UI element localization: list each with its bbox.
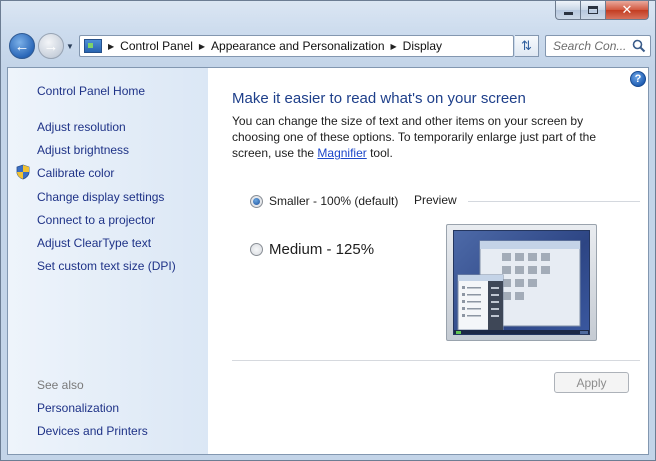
content-divider xyxy=(232,360,640,361)
radio-medium[interactable] xyxy=(250,243,263,256)
adjust-brightness-link[interactable]: Adjust brightness xyxy=(37,143,129,157)
breadcrumb-control-panel[interactable]: Control Panel xyxy=(120,39,193,53)
breadcrumb-appearance[interactable]: Appearance and Personalization xyxy=(211,39,384,53)
radio-smaller[interactable] xyxy=(250,194,263,208)
search-icon[interactable] xyxy=(632,39,646,53)
adjust-cleartype-link[interactable]: Adjust ClearType text xyxy=(37,236,151,250)
search-input[interactable]: Search Con... xyxy=(545,35,651,57)
refresh-button[interactable]: ⇅ xyxy=(515,35,539,57)
preview-image xyxy=(446,224,597,341)
devices-printers-link[interactable]: Devices and Printers xyxy=(37,424,148,438)
navigation-bar: ← → ▼ ▶ Control Panel ▶ Appearance and P… xyxy=(7,31,651,61)
forward-button[interactable]: → xyxy=(38,33,64,59)
content-frame: Control Panel Home Adjust resolution Adj… xyxy=(7,67,649,455)
minimize-icon xyxy=(563,11,573,15)
forward-arrow-icon: → xyxy=(43,37,59,55)
option-smaller[interactable]: Smaller - 100% (default) xyxy=(250,194,398,208)
preview-divider xyxy=(468,201,640,202)
chevron-down-icon: ▼ xyxy=(66,41,74,51)
option-smaller-label[interactable]: Smaller - 100% (default) xyxy=(269,194,398,208)
help-icon[interactable]: ? xyxy=(630,71,646,87)
control-panel-home-link[interactable]: Control Panel Home xyxy=(37,84,145,98)
calibrate-color-link[interactable]: Calibrate color xyxy=(37,166,114,180)
option-medium[interactable]: Medium - 125% xyxy=(250,241,374,258)
task-pane: Control Panel Home Adjust resolution Adj… xyxy=(8,68,208,454)
personalization-link[interactable]: Personalization xyxy=(37,401,119,415)
breadcrumb-separator-icon[interactable]: ▶ xyxy=(391,42,397,51)
connect-projector-link[interactable]: Connect to a projector xyxy=(37,213,155,227)
breadcrumb-separator-icon[interactable]: ▶ xyxy=(108,42,114,51)
back-arrow-icon: ← xyxy=(14,37,30,55)
maximize-button[interactable] xyxy=(581,1,606,20)
breadcrumb-display[interactable]: Display xyxy=(403,39,442,53)
intro-body: You can change the size of text and othe… xyxy=(232,114,597,160)
caption-buttons: ✕ xyxy=(555,1,649,20)
search-placeholder: Search Con... xyxy=(553,39,627,53)
minimize-button[interactable] xyxy=(555,1,581,20)
adjust-resolution-link[interactable]: Adjust resolution xyxy=(37,120,126,134)
page-title: Make it easier to read what's on your sc… xyxy=(232,90,526,107)
apply-button[interactable]: Apply xyxy=(554,372,629,393)
close-button[interactable]: ✕ xyxy=(606,1,649,20)
shield-icon xyxy=(16,164,30,180)
intro-text: You can change the size of text and othe… xyxy=(232,113,632,161)
preview-windows-illustration xyxy=(454,240,589,334)
back-button[interactable]: ← xyxy=(9,33,35,59)
recent-pages-button[interactable]: ▼ xyxy=(66,40,76,52)
custom-text-size-link[interactable]: Set custom text size (DPI) xyxy=(37,259,176,273)
intro-suffix: tool. xyxy=(366,146,393,160)
refresh-icon: ⇅ xyxy=(521,38,532,53)
close-icon: ✕ xyxy=(621,2,633,17)
option-medium-label[interactable]: Medium - 125% xyxy=(269,241,374,258)
address-bar[interactable]: ▶ Control Panel ▶ Appearance and Persona… xyxy=(79,35,579,57)
breadcrumb-separator-icon[interactable]: ▶ xyxy=(199,42,205,51)
preview-desktop xyxy=(453,230,590,335)
see-also-heading: See also xyxy=(37,378,84,392)
preview-label: Preview xyxy=(414,193,457,207)
magnifier-link[interactable]: Magnifier xyxy=(317,146,366,160)
maximize-icon xyxy=(588,6,598,14)
control-panel-icon xyxy=(84,39,102,53)
explorer-window: ✕ ← → ▼ ▶ Control Panel ▶ Appearance and… xyxy=(0,0,656,461)
change-display-settings-link[interactable]: Change display settings xyxy=(37,190,164,204)
